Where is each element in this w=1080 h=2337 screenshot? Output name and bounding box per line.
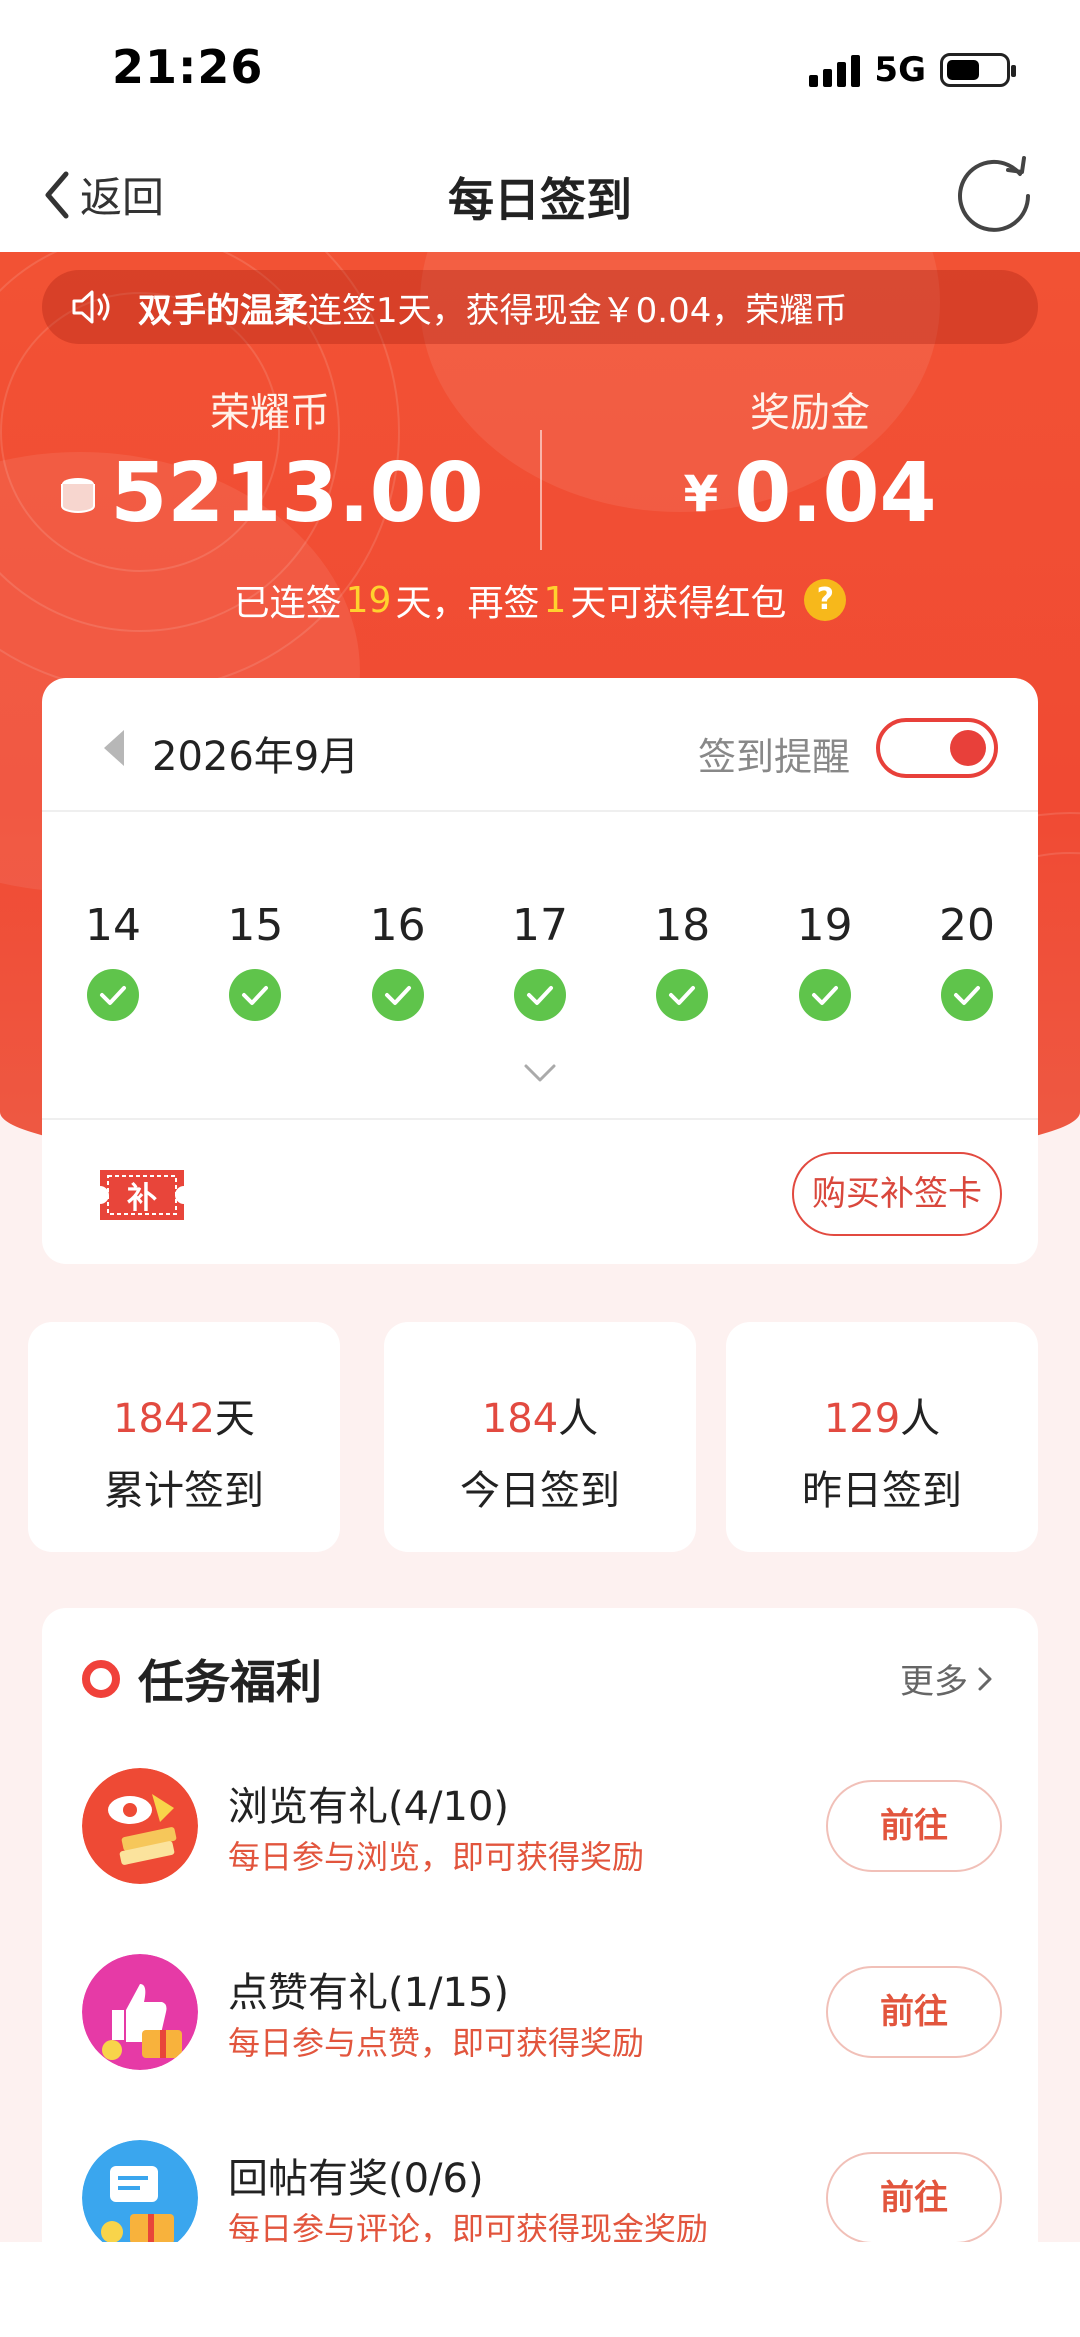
stat-yesterday-value: 129 [823,1396,901,1442]
help-icon[interactable]: ? [804,579,847,621]
coins-label: 荣耀币 [210,390,330,436]
task-name: 点赞有礼(1/15) [228,1970,510,2016]
chevron-down-icon[interactable] [520,1058,560,1088]
task-section-title: 任务福利 [82,1646,322,1712]
calendar-day[interactable]: 19 [768,900,882,1021]
toggle-knob [950,730,986,766]
task-item-like: 点赞有礼(1/15) 每日参与点赞，即可获得奖励 前往 [82,1954,1002,2074]
section-dot-icon [82,1660,120,1698]
streak-text-mid: 天，再签 [395,583,540,624]
calendar-day[interactable]: 15 [198,900,312,1021]
makeup-card-icon: 补 [100,1170,184,1220]
bottom-area [0,2242,1080,2337]
announcement-user: 双手的温柔 [138,290,308,331]
reply-gift-icon [82,2140,198,2256]
calendar-day-number: 18 [654,900,711,951]
speaker-icon [72,290,110,324]
bonus-panel: 奖励金 ¥ 0.04 [580,380,1040,541]
calendar-day-number: 16 [369,900,426,951]
task-name: 回帖有奖(0/6) [228,2156,484,2202]
go-button[interactable]: 前往 [826,2152,1002,2244]
stat-total-label: 累计签到 [104,1468,264,1514]
calendar-footer: 补 购买补签卡 [42,1118,1038,1264]
calendar-day[interactable]: 14 [56,900,170,1021]
stat-yesterday-label: 昨日签到 [802,1468,962,1514]
stat-today-label: 今日签到 [460,1468,620,1514]
calendar-card: 2026年9月 签到提醒 14 15 16 17 18 19 20 补 购买补签卡 [42,678,1038,1264]
week-days: 14 15 16 17 18 19 20 [42,900,1038,1021]
streak-info: 已连签 19 天，再签 1 天可获得红包 ? [0,574,1080,626]
calendar-day[interactable]: 20 [910,900,1024,1021]
check-icon [371,969,424,1021]
stat-today-unit: 人 [558,1396,599,1442]
chevron-right-icon [978,1667,992,1690]
task-desc: 每日参与点赞，即可获得奖励 [228,2024,645,2062]
stat-yesterday-unit: 人 [900,1396,941,1442]
remind-toggle[interactable] [876,718,998,778]
announcement-bar: 双手的温柔 连签1天，获得现金￥0.04，荣耀币 [42,270,1038,344]
stat-today-value: 184 [481,1396,559,1442]
task-item-browse: 浏览有礼(4/10) 每日参与浏览，即可获得奖励 前往 [82,1768,1002,1888]
stat-today: 184人 今日签到 [384,1322,696,1552]
remind-label: 签到提醒 [697,735,850,779]
task-title-label: 任务福利 [138,1655,322,1709]
announcement-text: 连签1天，获得现金￥0.04，荣耀币 [308,290,848,331]
calendar-day-number: 19 [796,900,853,951]
browse-gift-icon [82,1768,198,1884]
streak-text-pre: 已连签 [233,583,342,624]
stat-total-value: 1842 [113,1396,215,1442]
status-time: 21:26 [112,40,264,94]
check-icon [940,969,993,1021]
more-link[interactable]: 更多 [900,1654,994,1703]
calendar-day-number: 15 [227,900,284,951]
stat-yesterday: 129人 昨日签到 [726,1322,1038,1552]
status-indicators: 5G [809,50,1016,90]
bonus-label: 奖励金 [750,390,870,436]
go-button[interactable]: 前往 [826,1966,1002,2058]
calendar-day-number: 17 [511,900,568,951]
bonus-value: 0.04 [734,446,937,541]
more-label: 更多 [900,1662,968,1702]
check-icon [798,969,851,1021]
streak-days: 19 [345,579,392,621]
buy-makeup-card-button[interactable]: 购买补签卡 [792,1152,1002,1236]
calendar-month: 2026年9月 [152,734,360,780]
task-card: 任务福利 更多 浏览有礼(4/10) 每日参与浏览，即可获得奖励 前往 点赞有礼… [42,1608,1038,2337]
calendar-day-number: 14 [85,900,141,951]
streak-remaining: 1 [543,579,567,621]
network-type: 5G [874,50,926,90]
like-gift-icon [82,1954,198,2070]
task-name: 浏览有礼(4/10) [228,1784,510,1830]
status-bar: 21:26 5G [0,0,1080,140]
prev-month-icon[interactable] [104,730,124,766]
calendar-header: 2026年9月 签到提醒 [42,678,1038,812]
battery-icon [940,53,1016,87]
nav-bar: 返回 每日签到 [0,140,1080,252]
coins-value: 5213.00 [110,446,484,541]
currency-symbol: ¥ [683,464,719,523]
refresh-icon[interactable] [954,152,1038,236]
check-icon [229,969,282,1021]
coins-panel: 荣耀币 5213.00 [40,380,500,541]
signal-icon [809,53,861,87]
wallet-divider [540,430,542,550]
makeup-icon-text: 补 [127,1181,157,1216]
check-icon [513,969,566,1021]
go-button[interactable]: 前往 [826,1780,1002,1872]
task-desc: 每日参与浏览，即可获得奖励 [228,1838,645,1876]
streak-text-post: 天可获得红包 [570,583,787,624]
coin-stack-icon [61,477,96,513]
stat-total: 1842天 累计签到 [28,1322,340,1552]
check-icon [656,969,709,1021]
calendar-day[interactable]: 16 [341,900,455,1021]
calendar-day[interactable]: 17 [483,900,597,1021]
page-title: 每日签到 [448,173,632,227]
check-icon [87,969,139,1021]
calendar-day-number: 20 [938,900,995,951]
stat-total-unit: 天 [214,1396,255,1442]
calendar-day[interactable]: 18 [625,900,739,1021]
